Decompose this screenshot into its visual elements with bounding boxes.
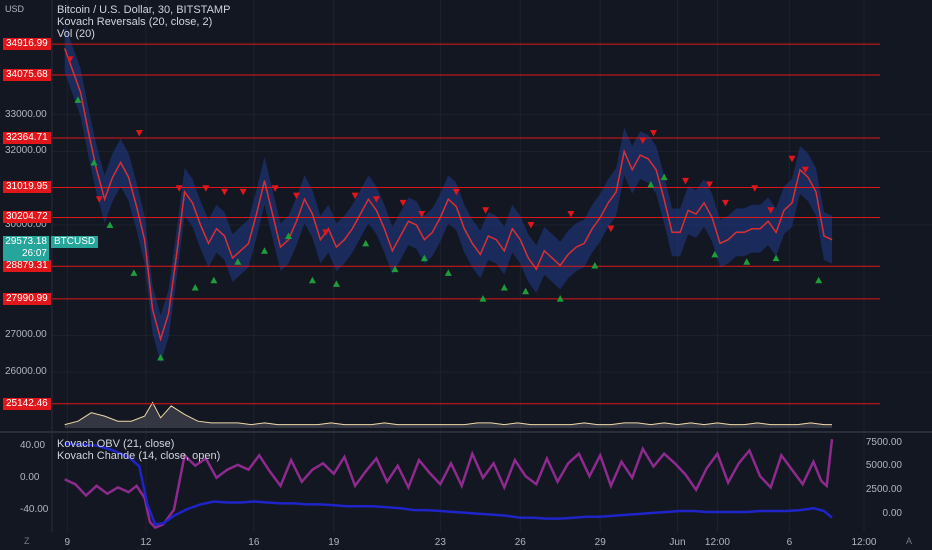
level-price-tag: 34075.68 bbox=[3, 69, 51, 82]
reversal-up-marker bbox=[743, 258, 751, 265]
price-tick-label: 26000.00 bbox=[5, 366, 47, 378]
level-price-tag: 28879.31 bbox=[3, 260, 51, 273]
reversal-down-marker bbox=[567, 210, 575, 218]
reversal-up-marker bbox=[772, 254, 780, 262]
indicator-chande-label[interactable]: Kovach Chande (14, close, open) bbox=[57, 450, 220, 462]
lower-pane-legend: Kovach OBV (21, close) Kovach Chande (14… bbox=[57, 438, 220, 462]
reversal-up-marker bbox=[260, 247, 268, 254]
reversal-down-marker bbox=[649, 130, 657, 137]
level-price-tag: 25142.46 bbox=[3, 397, 51, 410]
time-tick-label: 12:00 bbox=[851, 537, 877, 548]
reversal-down-marker bbox=[751, 185, 759, 192]
chande-tick-label: 0.00 bbox=[20, 471, 40, 483]
level-price-tag: 27990.99 bbox=[3, 292, 51, 305]
auto-scale-icon[interactable]: A bbox=[906, 536, 912, 546]
reversal-up-marker bbox=[815, 276, 823, 284]
reversal-down-marker bbox=[239, 188, 247, 196]
reversal-down-marker bbox=[175, 185, 183, 192]
indicator-obv-label[interactable]: Kovach OBV (21, close) bbox=[57, 438, 220, 450]
time-tick-label: 6 bbox=[786, 537, 793, 548]
reversal-up-marker bbox=[444, 269, 452, 276]
indicator-reversals-label[interactable]: Kovach Reversals (20, close, 2) bbox=[57, 16, 230, 28]
time-tick-label: 26 bbox=[514, 537, 526, 548]
reversal-up-marker bbox=[479, 295, 487, 302]
reversal-down-marker bbox=[271, 185, 279, 192]
time-tick-label: 12:00 bbox=[704, 537, 730, 548]
symbol-title[interactable]: Bitcoin / U.S. Dollar, 30, BITSTAMP bbox=[57, 4, 230, 16]
reversal-up-marker bbox=[210, 276, 218, 284]
reversal-up-marker bbox=[308, 276, 316, 284]
time-tick-label: 23 bbox=[434, 537, 446, 548]
price-tick-label: 27000.00 bbox=[5, 329, 47, 341]
reversal-down-marker bbox=[221, 188, 229, 196]
level-price-tag: 31019.95 bbox=[3, 181, 51, 194]
obv-tick-label: 5000.00 bbox=[865, 460, 902, 472]
level-price-tag: 34916.99 bbox=[3, 38, 51, 51]
reversal-down-marker bbox=[721, 199, 729, 207]
timezone-icon[interactable]: Z bbox=[24, 536, 30, 546]
volume-histogram bbox=[64, 401, 832, 428]
chande-tick-label: 40.00 bbox=[20, 439, 46, 451]
last-price-tag: 29573.18 26:07 bbox=[3, 236, 49, 261]
chart-canvas[interactable] bbox=[0, 0, 932, 550]
obv-tick-label: 2500.00 bbox=[865, 484, 902, 496]
level-price-tag: 32364.71 bbox=[3, 131, 51, 144]
reversal-up-marker bbox=[500, 284, 508, 291]
chande-tick-label: -40.00 bbox=[20, 503, 49, 515]
reversal-up-marker bbox=[522, 287, 530, 295]
price-tick-label: 32000.00 bbox=[5, 145, 47, 157]
time-tick-label: Jun bbox=[669, 537, 686, 548]
currency-label: USD bbox=[5, 4, 25, 14]
reversal-down-marker bbox=[202, 185, 210, 192]
time-tick-label: 9 bbox=[64, 537, 71, 548]
last-price: 29573.18 bbox=[5, 236, 47, 247]
indicator-volume-label[interactable]: Vol (20) bbox=[57, 28, 230, 40]
reversal-up-marker bbox=[591, 261, 599, 269]
obv-tick-label: 7500.00 bbox=[865, 436, 902, 448]
obv-tick-label: 0.00 bbox=[882, 507, 902, 519]
level-price-tag: 30204.72 bbox=[3, 211, 51, 224]
price-tick-label: 33000.00 bbox=[5, 108, 47, 120]
reversal-down-marker bbox=[681, 177, 689, 185]
reversal-up-marker bbox=[191, 284, 199, 291]
reversal-up-marker bbox=[362, 239, 370, 247]
reversal-up-marker bbox=[130, 269, 138, 276]
time-tick-label: 19 bbox=[328, 537, 340, 548]
reversal-down-marker bbox=[135, 130, 143, 137]
bar-countdown: 26:07 bbox=[21, 248, 47, 259]
reversal-down-marker bbox=[607, 225, 615, 233]
symbol-tag: BTCUSD bbox=[51, 236, 99, 248]
chart-legend: Bitcoin / U.S. Dollar, 30, BITSTAMP Kova… bbox=[57, 4, 230, 40]
time-tick-label: 16 bbox=[248, 537, 260, 548]
time-tick-label: 12 bbox=[140, 537, 152, 548]
reversal-up-marker bbox=[556, 295, 564, 302]
time-tick-label: 29 bbox=[594, 537, 606, 548]
